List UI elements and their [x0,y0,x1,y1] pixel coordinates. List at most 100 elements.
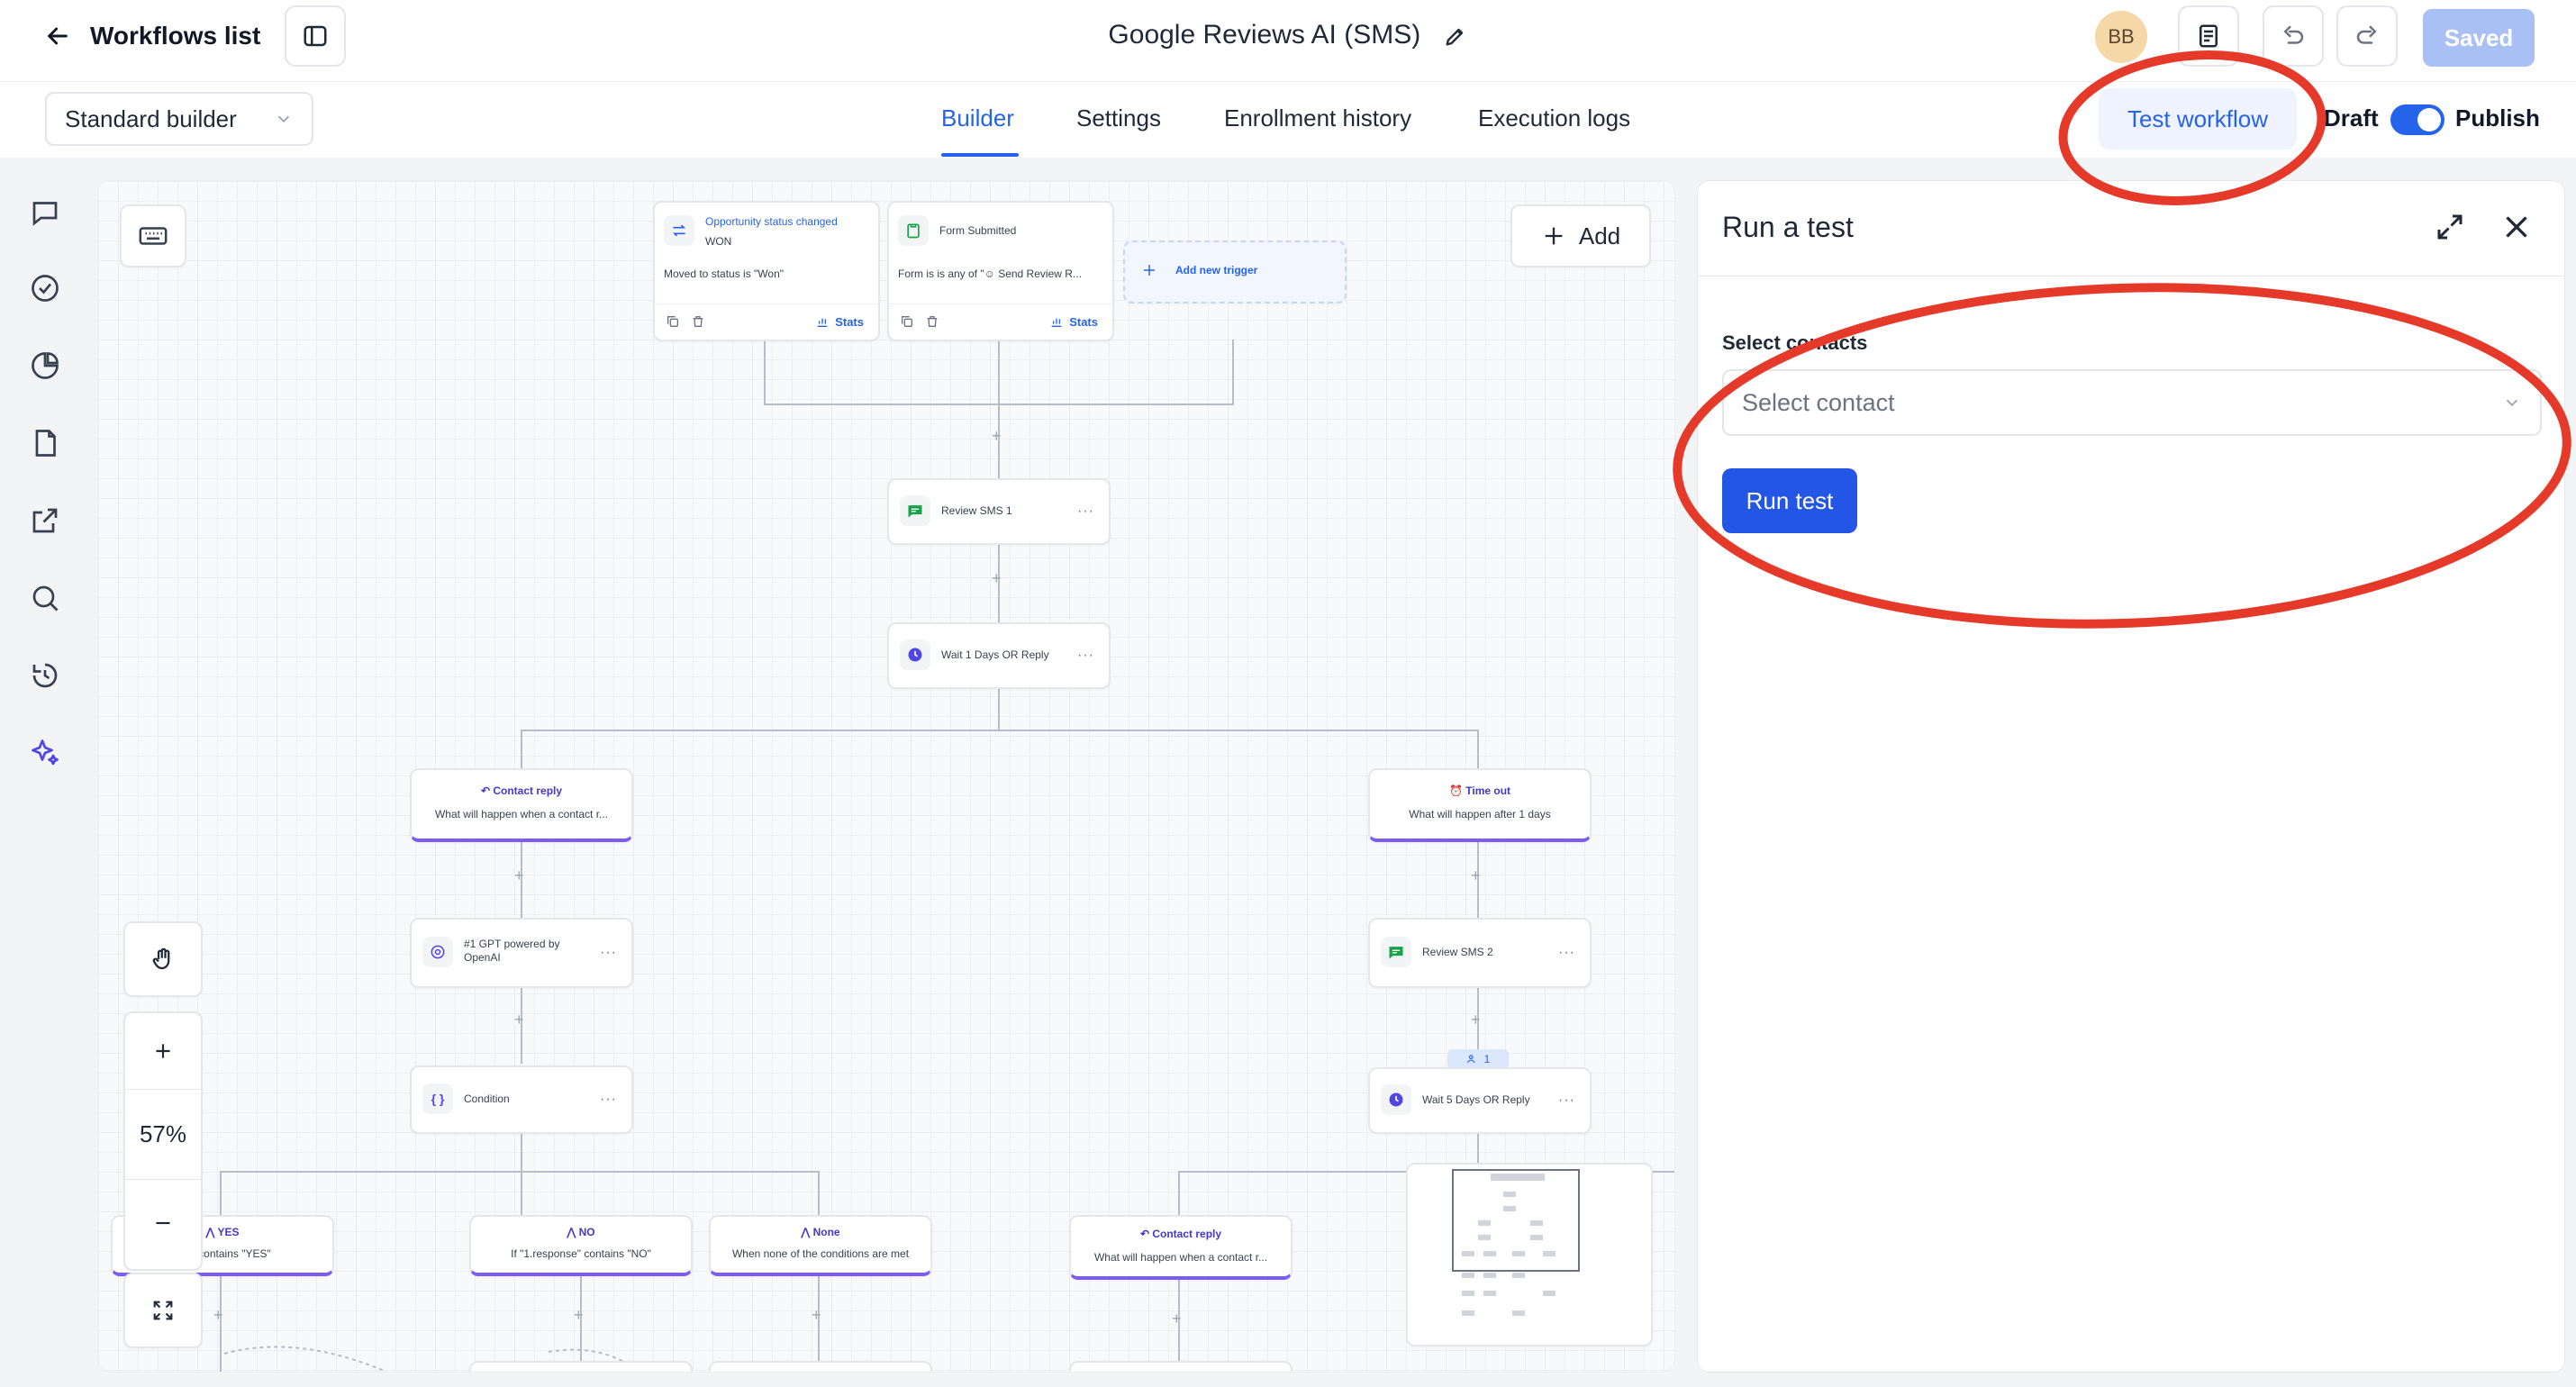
tab-settings[interactable]: Settings [1076,104,1161,132]
users-icon [1466,1055,1474,1064]
tab-execution-logs[interactable]: Execution logs [1478,104,1630,132]
run-test-button[interactable]: Run test [1722,468,1857,533]
search-icon[interactable] [29,582,61,614]
more-options-icon[interactable]: ··· [1077,503,1094,520]
trash-icon[interactable] [925,314,939,329]
action-wait-5-days[interactable]: Wait 5 Days OR Reply ··· [1368,1067,1592,1134]
clock-icon [900,639,930,670]
pie-chart-icon[interactable] [29,349,61,382]
tab-builder[interactable]: Builder [941,104,1014,132]
branch-time-out[interactable]: ⏰ Time out What will happen after 1 days [1368,768,1592,842]
fit-screen-icon [150,1298,176,1323]
branch-title: ↶ Contact reply [480,784,563,797]
stats-link[interactable]: Stats [815,314,864,329]
draft-label: Draft [2324,104,2379,131]
clock-icon [1381,1084,1411,1115]
stats-link[interactable]: Stats [1049,314,1098,329]
node-label: Condition [464,1092,510,1105]
node-label: Wait 5 Days OR Reply [1422,1093,1530,1106]
branch-subtitle: If "1.response" contains "NO" [511,1247,651,1260]
add-step-plus[interactable]: + [812,1307,821,1323]
undo-icon [2280,23,2307,50]
minimap[interactable] [1406,1163,1653,1346]
add-step-plus[interactable]: + [1172,1310,1182,1327]
partial-node[interactable] [1069,1361,1293,1372]
publish-label: Publish [2455,104,2540,131]
more-options-icon[interactable]: ··· [1558,1092,1575,1109]
check-circle-icon[interactable] [29,272,61,304]
add-step-plus[interactable]: + [514,1011,524,1028]
tab-enrollment-history[interactable]: Enrollment history [1224,104,1411,132]
external-link-icon[interactable] [29,504,61,537]
contact-select-placeholder: Select contact [1742,388,1895,416]
more-options-icon[interactable]: ··· [1558,945,1575,961]
contact-select[interactable]: Select contact [1722,369,2542,436]
openai-icon [422,937,453,967]
contact-count-badge[interactable]: 1 [1447,1049,1509,1069]
zoom-in-button[interactable] [125,1013,201,1090]
add-step-plus[interactable]: + [992,570,1002,586]
add-step-plus[interactable]: + [213,1307,223,1323]
expand-panel-button[interactable] [2434,211,2470,247]
toggle-knob [2417,108,2441,131]
publish-toggle[interactable] [2390,104,2444,135]
partial-node[interactable] [469,1361,693,1372]
trigger-detail: Moved to status is "Won" [664,267,785,280]
add-step-plus[interactable]: + [574,1307,584,1323]
builder-select[interactable]: Standard builder [45,92,313,146]
hand-icon [150,946,177,973]
add-step-plus[interactable]: + [514,867,524,884]
sparkles-icon[interactable] [29,737,61,769]
add-node-button[interactable]: Add [1510,204,1651,267]
fit-view-button[interactable] [123,1273,203,1348]
select-contacts-label: Select contacts [1722,331,1868,354]
copy-icon[interactable] [666,314,680,329]
branch-no[interactable]: ⋀ NO If "1.response" contains "NO" [469,1215,693,1276]
branch-none[interactable]: ⋀ None When none of the conditions are m… [709,1215,932,1276]
action-condition[interactable]: { } Condition ··· [410,1065,633,1134]
redo-button[interactable] [2336,5,2398,67]
branch-contact-reply-2[interactable]: ↶ Contact reply What will happen when a … [1069,1215,1293,1280]
action-gpt-openai[interactable]: #1 GPT powered by OpenAI ··· [410,918,633,988]
action-wait-1-day[interactable]: Wait 1 Days OR Reply ··· [887,622,1111,689]
trigger-title: Opportunity status changed [705,215,838,228]
history-icon[interactable] [29,659,61,692]
more-options-icon[interactable]: ··· [1077,648,1094,664]
plus-icon [1541,223,1566,249]
redo-icon [2354,23,2381,50]
minimap-preview [1452,1169,1580,1316]
keyboard-icon [138,221,168,251]
keyboard-shortcuts-button[interactable] [120,204,186,267]
workflow-canvas[interactable]: + + + + + + + + + + Add Opportunity stat… [97,180,1675,1373]
saved-button[interactable]: Saved [2423,9,2535,67]
panel-title: Run a test [1722,211,1854,243]
zoom-level: 57% [125,1089,201,1180]
pan-hand-button[interactable] [123,921,203,997]
undo-button[interactable] [2263,5,2324,67]
add-step-plus[interactable]: + [1471,867,1481,884]
add-step-plus[interactable]: + [992,428,1002,444]
notes-button[interactable] [2178,5,2239,67]
action-review-sms-2[interactable]: Review SMS 2 ··· [1368,918,1592,988]
add-step-plus[interactable]: + [1471,1011,1481,1028]
chat-icon[interactable] [29,196,61,229]
more-options-icon[interactable]: ··· [600,1092,617,1108]
copy-icon[interactable] [900,314,914,329]
edit-pencil-icon[interactable] [1443,23,1468,49]
add-new-trigger[interactable]: Add new trigger [1123,240,1347,304]
close-panel-button[interactable] [2500,211,2536,247]
avatar[interactable]: BB [2095,11,2147,63]
more-options-icon[interactable]: ··· [600,945,617,961]
trigger-opportunity-status[interactable]: Opportunity status changed WON Moved to … [653,201,880,341]
partial-node[interactable] [709,1361,932,1372]
document-icon[interactable] [29,427,61,459]
add-label: Add [1578,222,1621,249]
action-review-sms-1[interactable]: Review SMS 1 ··· [887,478,1111,545]
plus-icon [1141,262,1157,278]
trash-icon[interactable] [691,314,705,329]
zoom-out-button[interactable] [125,1179,201,1267]
branch-contact-reply[interactable]: ↶ Contact reply What will happen when a … [410,768,633,842]
trigger-detail: Form is is any of "☺ Send Review R... [898,267,1082,280]
test-workflow-button[interactable]: Test workflow [2099,88,2297,150]
trigger-form-submitted[interactable]: Form Submitted Form is is any of "☺ Send… [887,201,1114,341]
